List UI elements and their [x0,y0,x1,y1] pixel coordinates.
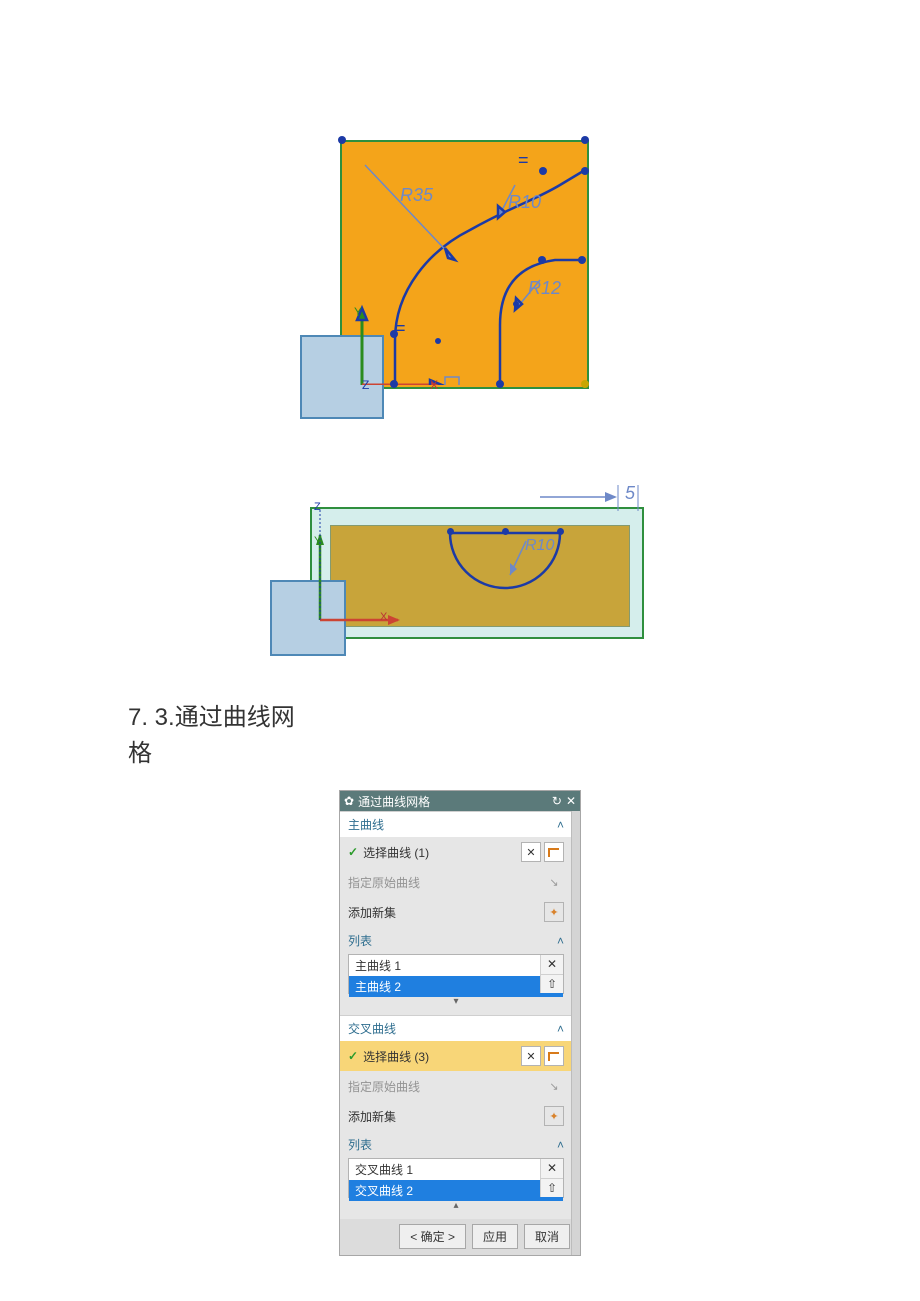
section-title: 主曲线 [348,816,384,833]
row-add-new-set[interactable]: 添加新集 ✦ [348,1101,564,1131]
label-r10: R10 [525,537,554,555]
add-new-label: 添加新集 [348,904,541,921]
arrow-icon: ↘ [544,1076,564,1096]
sketch-figure-1: R35 R10 R12 = = Y X Z [300,140,620,430]
xyz-icon[interactable]: ✕ [521,842,541,862]
row-list[interactable]: 列表 ˄ [348,1131,564,1158]
axis-z-label: Z [362,378,369,392]
list-label: 列表 [348,932,557,949]
cancel-button[interactable]: 取消 [524,1224,570,1249]
list-item[interactable]: 交叉曲线 2 [349,1180,563,1201]
chevron-up-icon: ˄ [557,818,564,832]
dialog-scrollbar[interactable] [571,811,580,1255]
delete-icon[interactable]: ✕ [541,955,563,975]
add-new-label: 添加新集 [348,1108,541,1125]
label-r12: R12 [528,278,561,299]
apply-button[interactable]: 应用 [472,1224,518,1249]
add-star-icon[interactable]: ✦ [544,902,564,922]
section-title: 交叉曲线 [348,1020,396,1037]
axis-x-label: X [430,378,438,392]
dimension-5: 5 [625,483,635,504]
arrow-icon: ↘ [544,872,564,892]
primary-list[interactable]: 主曲线 1 主曲线 2 ✕ ⇧ [348,954,564,994]
axis-z-label: Z [314,501,321,513]
section-primary-curves[interactable]: 主曲线 ˄ [340,811,572,837]
move-up-icon[interactable]: ⇧ [541,1179,563,1198]
mesh-curves-dialog: ✿ 通过曲线网格 ↻ ✕ 主曲线 ˄ ✓ 选择曲线 (1) ✕ [339,790,581,1256]
xyz-icon[interactable]: ✕ [521,1046,541,1066]
list-item[interactable]: 主曲线 1 [349,955,563,976]
heading-line-2: 格 [128,736,920,772]
specify-origin-label: 指定原始曲线 [348,874,541,891]
chevron-up-icon: ˄ [557,934,564,948]
dialog-titlebar[interactable]: ✿ 通过曲线网格 ↻ ✕ [340,791,580,811]
row-select-curve[interactable]: ✓ 选择曲线 (3) ✕ [340,1041,572,1071]
axis-y-label: Y [354,305,362,319]
label-r10: R10 [508,192,541,213]
chevron-up-icon: ˄ [557,1138,564,1152]
list-label: 列表 [348,1136,557,1153]
section-cross-curves[interactable]: 交叉曲线 ˄ [340,1015,572,1041]
reset-icon[interactable]: ↻ [552,794,562,808]
select-curve-label: 选择曲线 (3) [363,1048,518,1065]
sketch-curves [340,140,585,385]
axis-x-label: X [380,611,387,623]
list-item[interactable]: 交叉曲线 1 [349,1159,563,1180]
row-list[interactable]: 列表 ˄ [348,927,564,954]
add-star-icon[interactable]: ✦ [544,1106,564,1126]
curve-type-icon[interactable] [544,1046,564,1066]
curve-type-icon[interactable] [544,842,564,862]
check-icon: ✓ [348,845,358,859]
row-add-new-set[interactable]: 添加新集 ✦ [348,897,564,927]
sketch-figure-2: 5 R10 Z Y X [270,475,650,675]
label-r35: R35 [400,185,433,206]
check-icon: ✓ [348,1049,358,1063]
sketch-curves-2 [270,475,650,675]
select-curve-label: 选择曲线 (1) [363,844,518,861]
dialog-button-row: < 确定 > 应用 取消 [340,1219,580,1255]
ok-button[interactable]: < 确定 > [399,1224,466,1249]
delete-icon[interactable]: ✕ [541,1159,563,1179]
cross-list[interactable]: 交叉曲线 1 交叉曲线 2 ✕ ⇧ [348,1158,564,1198]
specify-origin-label: 指定原始曲线 [348,1078,541,1095]
axis-y-label: Y [314,535,321,547]
chevron-up-icon: ˄ [557,1022,564,1036]
row-select-curve[interactable]: ✓ 选择曲线 (1) ✕ [348,837,564,867]
close-icon[interactable]: ✕ [566,794,576,808]
gear-icon: ✿ [344,794,354,808]
dialog-title: 通过曲线网格 [358,793,430,810]
list-item[interactable]: 主曲线 2 [349,976,563,997]
equal-mark-2: = [395,318,406,339]
section-heading: 7. 3.通过曲线网 格 [0,675,920,772]
heading-line-1: 7. 3.通过曲线网 [128,700,920,736]
equal-mark-1: = [518,150,529,171]
move-up-icon[interactable]: ⇧ [541,975,563,994]
